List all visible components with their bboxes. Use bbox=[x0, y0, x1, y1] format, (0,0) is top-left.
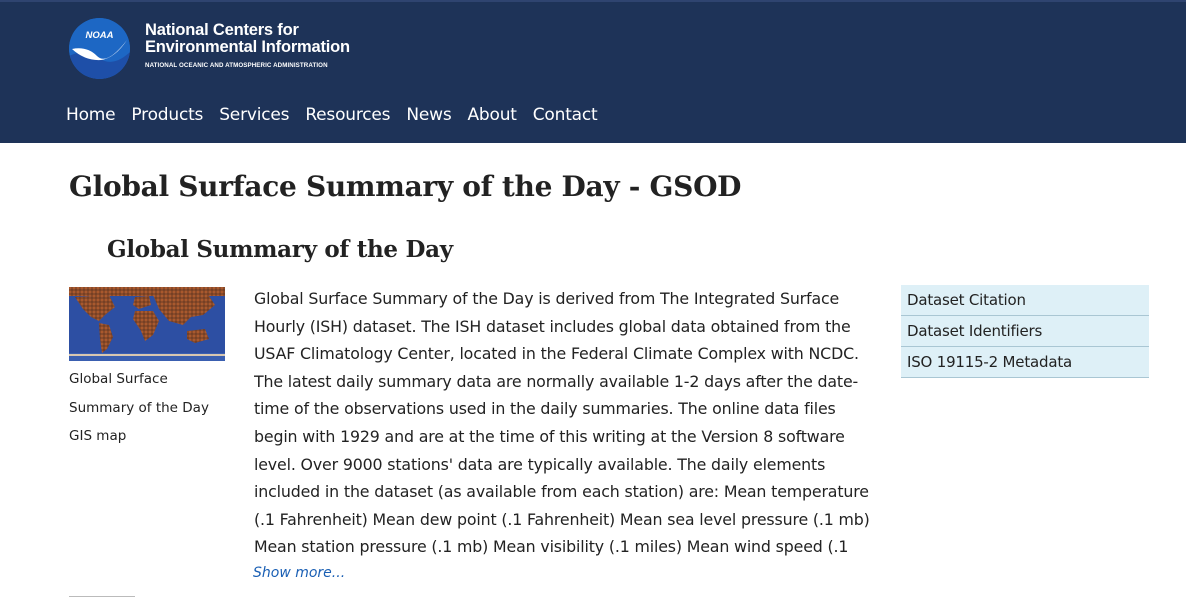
nav-services[interactable]: Services bbox=[219, 105, 289, 125]
brand-line-2: Environmental Information bbox=[145, 38, 350, 56]
logo-text: NOAA bbox=[86, 30, 114, 41]
gis-map-image[interactable] bbox=[69, 287, 225, 361]
map-caption: Global Surface Summary of the Day GIS ma… bbox=[69, 371, 209, 444]
iso-metadata-link[interactable]: ISO 19115-2 Metadata bbox=[901, 347, 1149, 378]
nav-products[interactable]: Products bbox=[131, 105, 203, 125]
dataset-citation-link[interactable]: Dataset Citation bbox=[901, 285, 1149, 316]
dataset-identifiers-link[interactable]: Dataset Identifiers bbox=[901, 316, 1149, 347]
brand-line-1: National Centers for bbox=[145, 21, 299, 39]
nav-resources[interactable]: Resources bbox=[305, 105, 390, 125]
main-nav: Home Products Services Resources News Ab… bbox=[66, 105, 598, 125]
show-more-link[interactable]: Show more... bbox=[253, 565, 345, 581]
site-header: NOAA National Centers for Environmental … bbox=[0, 0, 1186, 143]
page-title: Global Surface Summary of the Day - GSOD bbox=[69, 170, 742, 203]
noaa-logo-icon[interactable]: NOAA bbox=[69, 18, 130, 79]
section-title: Global Summary of the Day bbox=[107, 236, 453, 263]
nav-news[interactable]: News bbox=[406, 105, 451, 125]
brand-name[interactable]: National Centers for Environmental Infor… bbox=[145, 21, 350, 70]
nav-home[interactable]: Home bbox=[66, 105, 116, 125]
brand-line-3: NATIONAL OCEANIC AND ATMOSPHERIC ADMINIS… bbox=[145, 62, 328, 69]
nav-about[interactable]: About bbox=[467, 105, 516, 125]
nav-contact[interactable]: Contact bbox=[533, 105, 598, 125]
divider bbox=[69, 596, 135, 597]
dataset-links-panel: Dataset Citation Dataset Identifiers ISO… bbox=[901, 285, 1149, 378]
dataset-description: Global Surface Summary of the Day is der… bbox=[254, 289, 870, 557]
